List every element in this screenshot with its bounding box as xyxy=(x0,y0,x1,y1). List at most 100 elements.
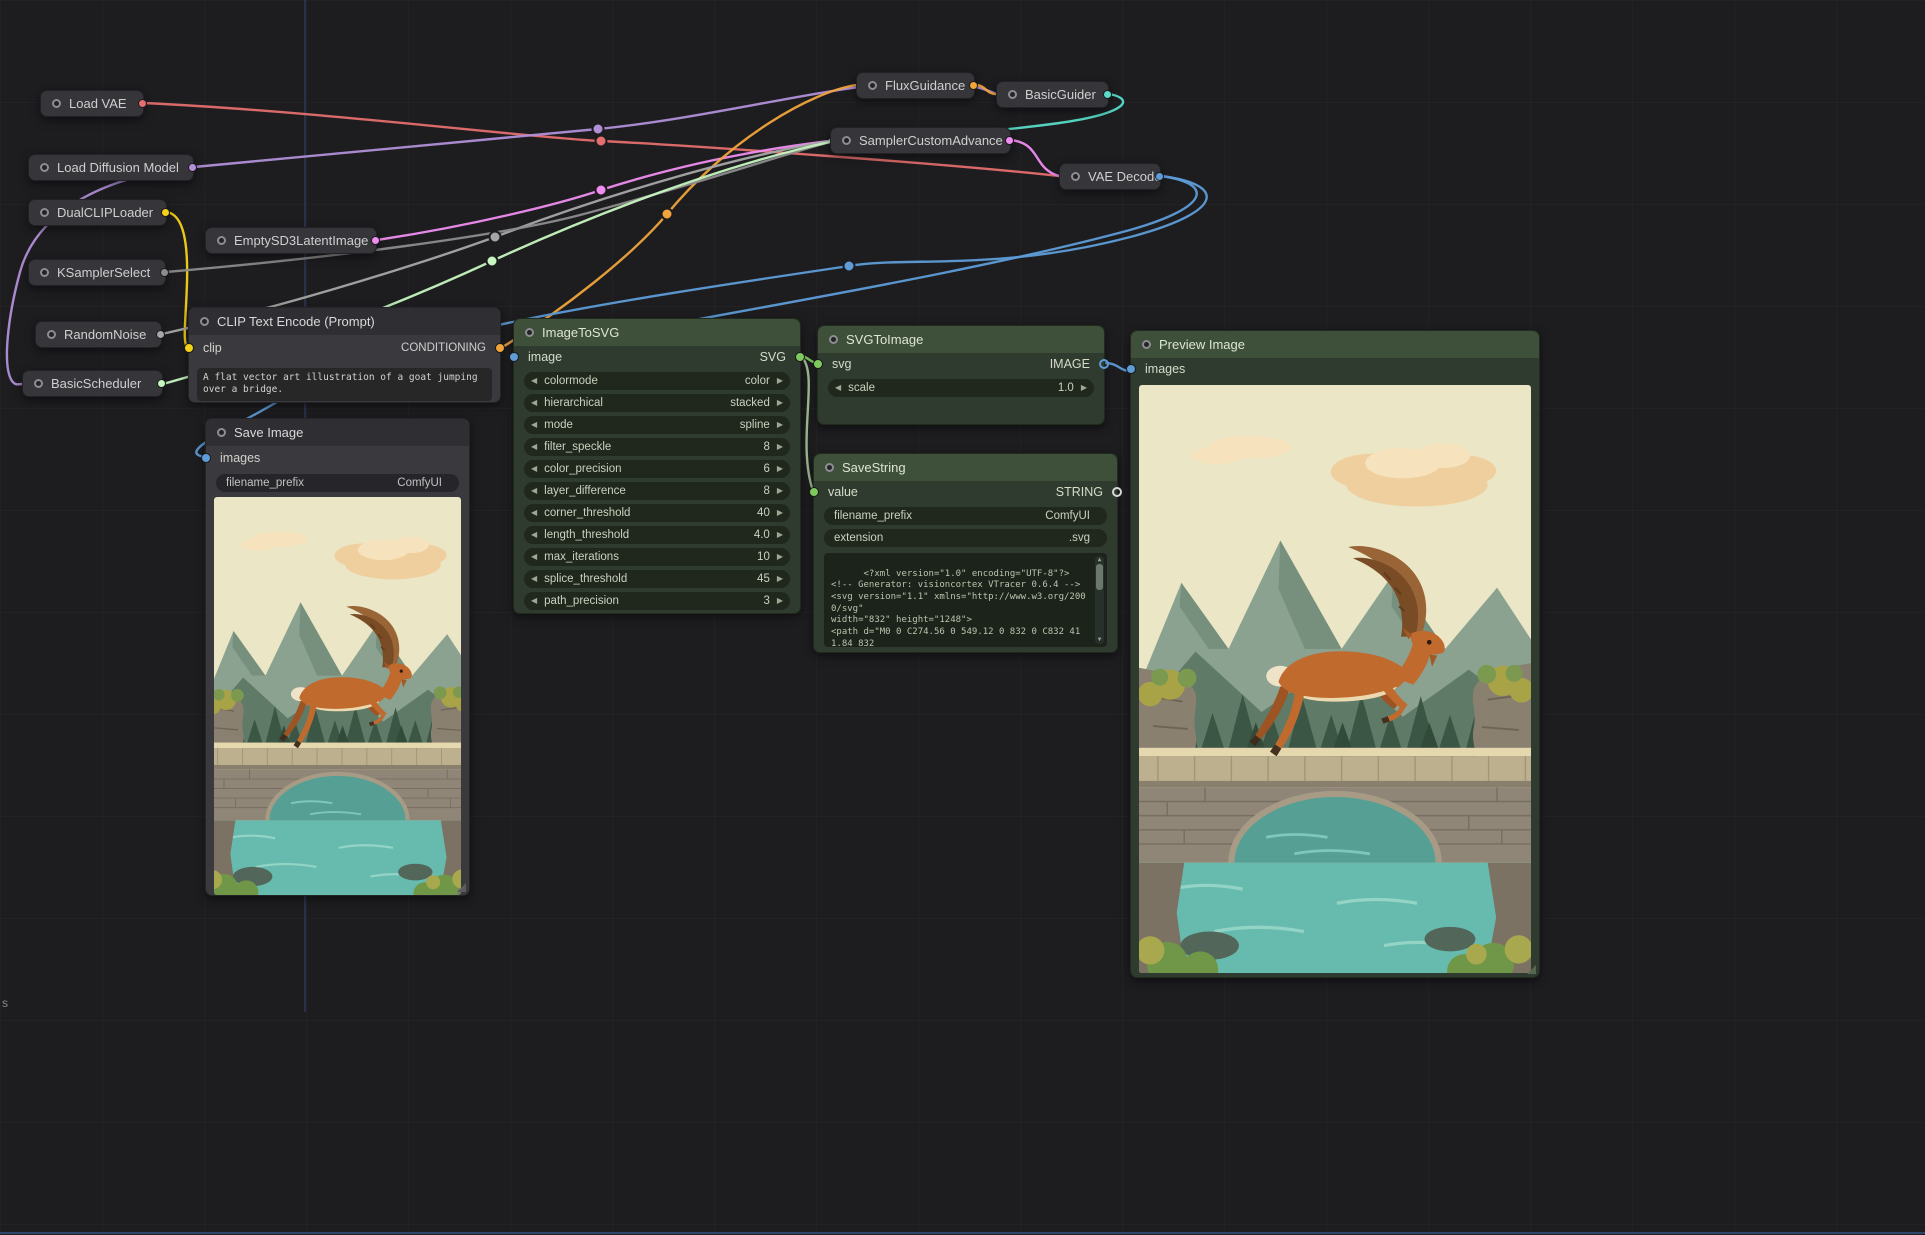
stepper-right-icon[interactable]: ▶ xyxy=(777,531,783,539)
reroute-dot[interactable] xyxy=(596,136,607,147)
collapse-dot-icon[interactable] xyxy=(52,99,61,108)
node-header[interactable]: Preview Image xyxy=(1131,331,1539,358)
output-port-sigmas[interactable] xyxy=(157,379,166,388)
stepper-right-icon[interactable]: ▶ xyxy=(777,509,783,517)
collapse-dot-icon[interactable] xyxy=(217,236,226,245)
node-flux-guidance[interactable]: FluxGuidance xyxy=(856,72,975,99)
stepper-right-icon[interactable]: ▶ xyxy=(777,553,783,561)
stepper-left-icon[interactable]: ◀ xyxy=(531,487,537,495)
reroute-dot[interactable] xyxy=(490,232,501,243)
collapse-dot-icon[interactable] xyxy=(217,428,226,437)
input-port-svg[interactable] xyxy=(813,359,823,369)
stepper-right-icon[interactable]: ▶ xyxy=(777,421,783,429)
widget-max-iterations[interactable]: ◀ max_iterations 10 ▶ xyxy=(524,548,790,566)
string-text-widget[interactable]: <?xml version="1.0" encoding="UTF-8"?> <… xyxy=(824,553,1107,647)
prompt-text-widget[interactable]: A flat vector art illustration of a goat… xyxy=(197,368,492,401)
widget-hierarchical[interactable]: ◀ hierarchical stacked ▶ xyxy=(524,394,790,412)
scroll-down-icon[interactable]: ▼ xyxy=(1098,637,1102,643)
node-image-to-svg[interactable]: ImageToSVG image SVG ◀ colormode color ▶… xyxy=(513,318,801,614)
widget-layer-difference[interactable]: ◀ layer_difference 8 ▶ xyxy=(524,482,790,500)
collapse-dot-icon[interactable] xyxy=(40,163,49,172)
collapse-dot-icon[interactable] xyxy=(1142,340,1151,349)
wire-svg-to-string[interactable] xyxy=(801,356,813,491)
node-header[interactable]: Save Image xyxy=(206,419,469,446)
input-port-image[interactable] xyxy=(509,352,519,362)
input-port-clip[interactable] xyxy=(184,343,194,353)
node-load-diffusion-model[interactable]: Load Diffusion Model xyxy=(28,154,194,181)
widget-filter-speckle[interactable]: ◀ filter_speckle 8 ▶ xyxy=(524,438,790,456)
input-port-images[interactable] xyxy=(1126,364,1136,374)
output-port-latent[interactable] xyxy=(1005,136,1014,145)
output-port-conditioning[interactable] xyxy=(969,81,978,90)
input-port-value[interactable] xyxy=(809,487,819,497)
stepper-left-icon[interactable]: ◀ xyxy=(531,465,537,473)
output-port-conditioning[interactable] xyxy=(495,343,505,353)
widget-scale[interactable]: ◀ scale 1.0 ▶ xyxy=(828,379,1094,397)
output-port-clip[interactable] xyxy=(161,208,170,217)
output-port-model[interactable] xyxy=(188,163,197,172)
node-header[interactable]: ImageToSVG xyxy=(514,319,800,346)
scrollbar-thumb[interactable] xyxy=(1096,564,1103,590)
widget-extension[interactable]: extension .svg xyxy=(824,529,1107,547)
collapse-dot-icon[interactable] xyxy=(825,463,834,472)
node-header[interactable]: SVGToImage xyxy=(818,326,1104,353)
widget-filename-prefix[interactable]: filename_prefix ComfyUI xyxy=(216,474,459,492)
stepper-left-icon[interactable]: ◀ xyxy=(531,553,537,561)
node-dual-clip-loader[interactable]: DualCLIPLoader xyxy=(28,199,167,226)
node-graph-canvas[interactable]: s Load VAE Load Diffusion Model DualCLIP… xyxy=(0,0,1925,1235)
reroute-dot[interactable] xyxy=(487,256,498,267)
wire-latent-in[interactable] xyxy=(377,141,830,240)
node-clip-text-encode[interactable]: CLIP Text Encode (Prompt) clip CONDITION… xyxy=(188,307,501,403)
node-basic-guider[interactable]: BasicGuider xyxy=(996,81,1109,108)
stepper-left-icon[interactable]: ◀ xyxy=(531,377,537,385)
wire-guidance-link[interactable] xyxy=(975,85,996,94)
wire-clip[interactable] xyxy=(167,212,188,348)
resize-handle[interactable] xyxy=(1527,965,1536,974)
stepper-right-icon[interactable]: ▶ xyxy=(777,465,783,473)
scroll-up-icon[interactable]: ▲ xyxy=(1098,557,1102,563)
collapse-dot-icon[interactable] xyxy=(47,330,56,339)
node-header[interactable]: CLIP Text Encode (Prompt) xyxy=(189,308,500,335)
node-ksampler-select[interactable]: KSamplerSelect xyxy=(28,259,166,286)
widget-colormode[interactable]: ◀ colormode color ▶ xyxy=(524,372,790,390)
stepper-left-icon[interactable]: ◀ xyxy=(531,421,537,429)
widget-mode[interactable]: ◀ mode spline ▶ xyxy=(524,416,790,434)
node-save-string[interactable]: SaveString value STRING filename_prefix … xyxy=(813,453,1118,653)
collapse-dot-icon[interactable] xyxy=(200,317,209,326)
output-port-vae[interactable] xyxy=(138,99,147,108)
node-random-noise[interactable]: RandomNoise xyxy=(35,321,162,348)
reroute-dot[interactable] xyxy=(662,209,673,220)
reroute-dot[interactable] xyxy=(844,261,855,272)
node-save-image[interactable]: Save Image images filename_prefix ComfyU… xyxy=(205,418,470,896)
node-svg-to-image[interactable]: SVGToImage svg IMAGE ◀ scale 1.0 ▶ xyxy=(817,325,1105,425)
stepper-left-icon[interactable]: ◀ xyxy=(531,575,537,583)
collapse-dot-icon[interactable] xyxy=(1071,172,1080,181)
node-sampler-custom-advance[interactable]: SamplerCustomAdvance xyxy=(830,127,1011,154)
collapse-dot-icon[interactable] xyxy=(1008,90,1017,99)
stepper-right-icon[interactable]: ▶ xyxy=(777,487,783,495)
stepper-right-icon[interactable]: ▶ xyxy=(777,597,783,605)
resize-handle[interactable] xyxy=(457,883,466,892)
output-port-sampler[interactable] xyxy=(160,268,169,277)
output-port-string[interactable] xyxy=(1112,487,1122,497)
stepper-right-icon[interactable]: ▶ xyxy=(777,399,783,407)
stepper-left-icon[interactable]: ◀ xyxy=(531,597,537,605)
stepper-left-icon[interactable]: ◀ xyxy=(531,443,537,451)
output-port-noise[interactable] xyxy=(156,330,165,339)
stepper-left-icon[interactable]: ◀ xyxy=(531,531,537,539)
stepper-left-icon[interactable]: ◀ xyxy=(835,384,841,392)
node-empty-sd3-latent-image[interactable]: EmptySD3LatentImage xyxy=(205,227,377,254)
reroute-dot[interactable] xyxy=(596,185,607,196)
output-port-image[interactable] xyxy=(1099,359,1109,369)
widget-path-precision[interactable]: ◀ path_precision 3 ▶ xyxy=(524,592,790,610)
wire-latent-out[interactable] xyxy=(1011,140,1059,176)
output-port-svg[interactable] xyxy=(795,352,805,362)
stepper-right-icon[interactable]: ▶ xyxy=(777,443,783,451)
output-port-image[interactable] xyxy=(1155,172,1164,181)
collapse-dot-icon[interactable] xyxy=(40,268,49,277)
node-vae-decode[interactable]: VAE Decode xyxy=(1059,163,1161,190)
output-port-guider[interactable] xyxy=(1103,90,1112,99)
collapse-dot-icon[interactable] xyxy=(829,335,838,344)
collapse-dot-icon[interactable] xyxy=(34,379,43,388)
widget-color-precision[interactable]: ◀ color_precision 6 ▶ xyxy=(524,460,790,478)
